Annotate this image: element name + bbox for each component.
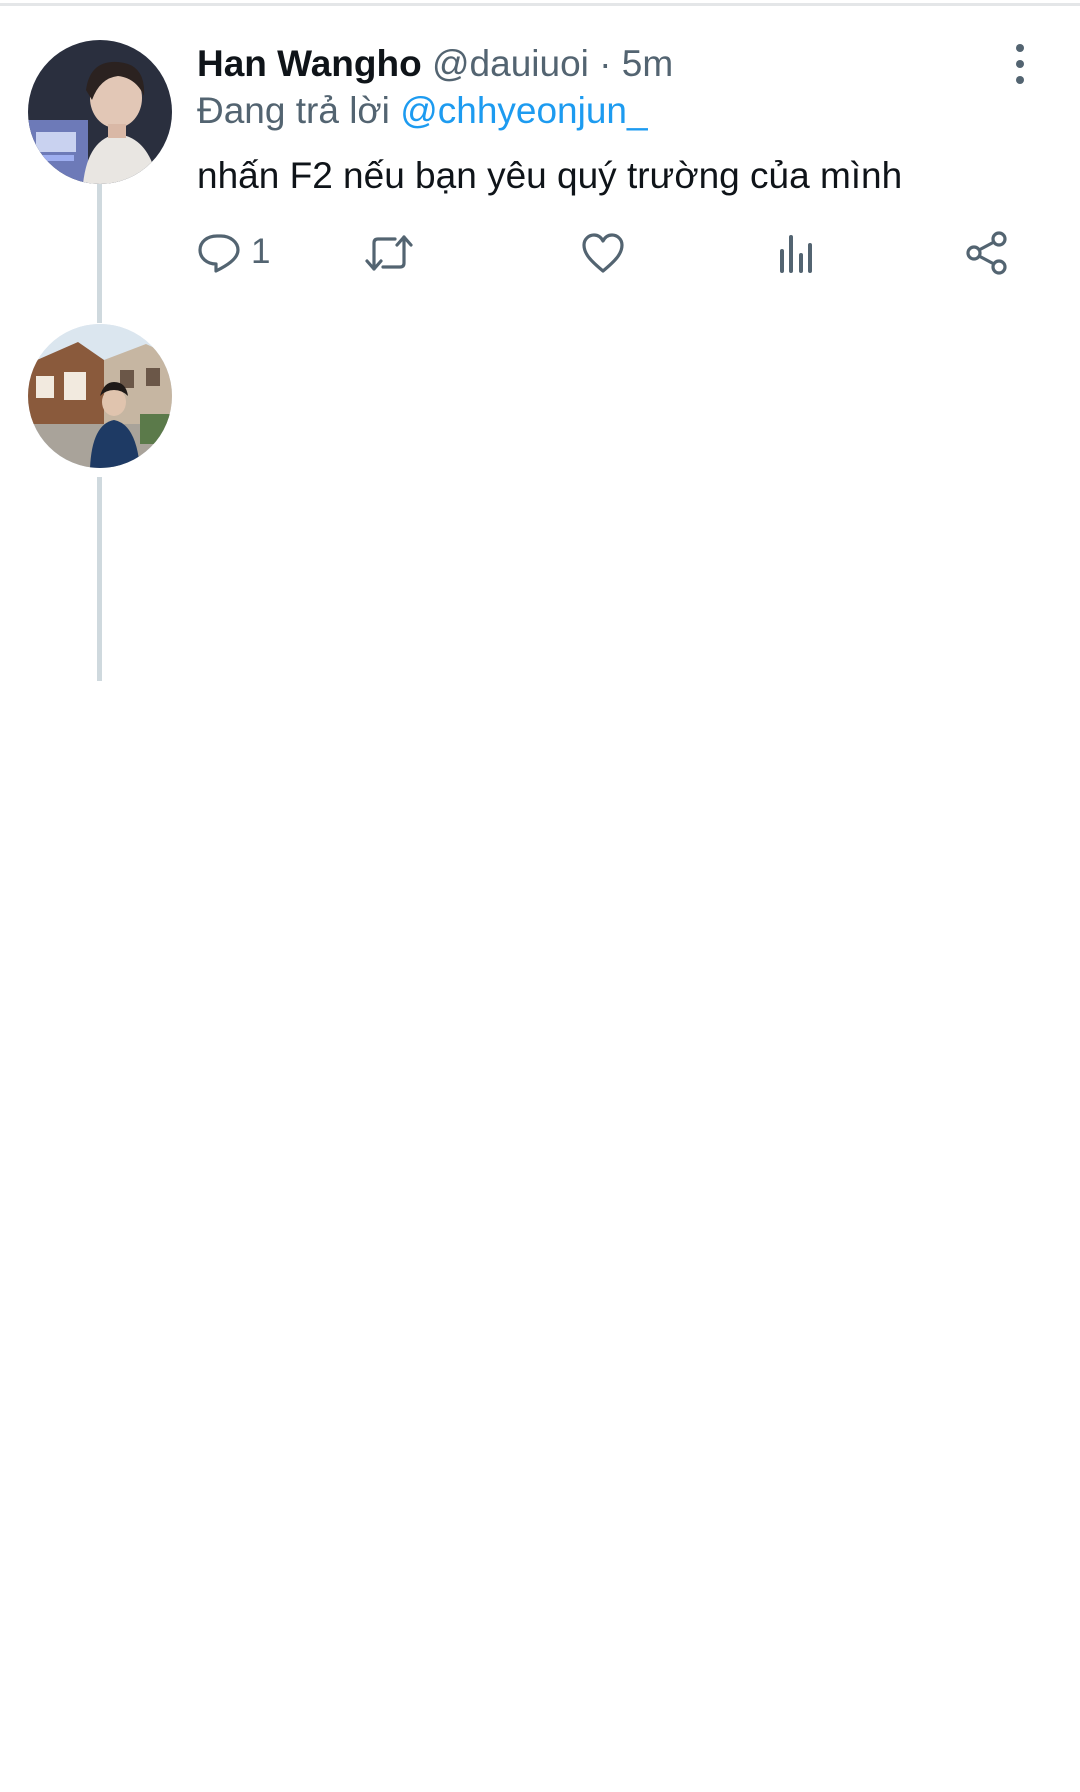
like-button[interactable]: [581, 228, 631, 278]
views-button[interactable]: [778, 228, 818, 278]
heart-icon: [582, 233, 624, 273]
reply-feed: Han Wangho @dauiuoi · 5m Đang trả lời @c…: [0, 0, 1080, 1792]
replying-to-label: Đang trả lời: [197, 90, 390, 131]
avatar[interactable]: [28, 324, 172, 468]
tweet-header: Han Wangho @dauiuoi · 5m: [197, 42, 673, 86]
reply-button[interactable]: 1: [197, 228, 277, 278]
retweet-icon: [365, 235, 413, 271]
avatar[interactable]: [28, 40, 172, 184]
replying-to-mention[interactable]: @chhyeonjun_: [400, 90, 647, 131]
action-bar: 1: [197, 228, 1027, 278]
reply-bubble-icon: [198, 234, 240, 273]
replying-to: Đang trả lời @chhyeonjun_: [197, 89, 648, 133]
tweet-son-siwoo[interactable]: [0, 305, 1080, 681]
share-button[interactable]: [965, 228, 1015, 278]
thread-line: [97, 477, 102, 681]
thread-line: [97, 178, 102, 305]
reply-count: 1: [251, 232, 271, 271]
analytics-icon: [780, 235, 812, 273]
share-icon: [966, 231, 1007, 275]
more-vertical-icon[interactable]: [1005, 42, 1035, 86]
tweet-text: nhấn F2 nếu bạn yêu quý trường của mình: [197, 153, 1047, 198]
thread-line: [97, 305, 102, 323]
tweet-text-content: nhấn F2 nếu bạn yêu quý trường của mình: [197, 155, 903, 196]
retweet-button[interactable]: [365, 228, 415, 278]
tweet-han-wangho[interactable]: Han Wangho @dauiuoi · 5m Đang trả lời @c…: [0, 0, 1080, 305]
display-name[interactable]: Han Wangho: [197, 43, 422, 84]
user-handle[interactable]: @dauiuoi: [432, 43, 589, 84]
separator-dot: ·: [599, 43, 612, 84]
timestamp[interactable]: 5m: [622, 43, 673, 84]
